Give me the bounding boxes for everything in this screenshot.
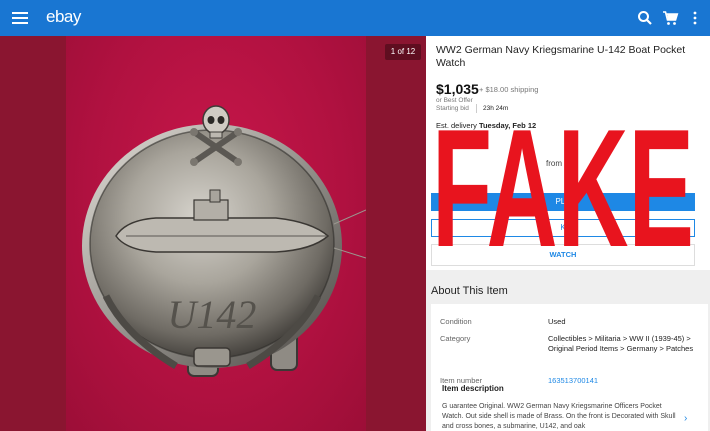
starting-bid-label: Starting bid: [436, 105, 469, 112]
image-counter-badge: 1 of 12: [385, 44, 421, 60]
make-offer-button[interactable]: K: [431, 219, 695, 237]
gallery-backdrop-right: [366, 36, 426, 431]
condition-value: Used: [548, 317, 566, 326]
shipping-cost: + $18.00 shipping: [479, 85, 539, 94]
best-offer-note: or Best Offer: [436, 97, 473, 104]
estimated-delivery: Est. delivery Tuesday, Feb 12: [436, 121, 536, 130]
watch-button[interactable]: WATCH: [431, 244, 695, 266]
gallery-backdrop-left: [0, 36, 66, 431]
app-bar: ebay: [0, 0, 710, 36]
search-icon[interactable]: [636, 9, 654, 27]
about-heading: About This Item: [431, 285, 508, 297]
buy-it-now-button[interactable]: PLA: [431, 193, 695, 211]
ebay-logo[interactable]: ebay: [46, 7, 81, 27]
product-photo[interactable]: U142: [66, 36, 367, 431]
description-heading: Item description: [442, 384, 504, 393]
delivery-label: Est. delivery: [436, 121, 479, 130]
divider: [476, 104, 477, 113]
category-label: Category: [440, 334, 471, 343]
item-title: WW2 German Navy Kriegsmarine U-142 Boat …: [436, 44, 686, 69]
condition-label: Condition: [440, 317, 472, 326]
more-vert-icon[interactable]: [686, 9, 704, 27]
chevron-right-icon[interactable]: ›: [684, 413, 687, 424]
description-text[interactable]: G uarantee Original. WW2 German Navy Kri…: [442, 402, 682, 431]
category-value[interactable]: Collectibles > Militaria > WW II (1939-4…: [548, 334, 698, 354]
item-detail-panel: WW2 German Navy Kriegsmarine U-142 Boat …: [426, 36, 710, 431]
time-left: 23h 24m: [483, 105, 509, 112]
from-text: from: [546, 159, 562, 168]
delivery-date: Tuesday, Feb 12: [478, 121, 537, 130]
item-number-value[interactable]: 163513700141: [548, 376, 698, 386]
item-price: $1,035: [436, 81, 479, 97]
image-gallery[interactable]: U142 1 of 12: [0, 36, 426, 431]
menu-icon[interactable]: [12, 10, 28, 26]
engraving-text: U142: [168, 292, 257, 337]
cart-icon[interactable]: [661, 9, 679, 27]
pocket-watch-image: U142: [82, 105, 367, 377]
